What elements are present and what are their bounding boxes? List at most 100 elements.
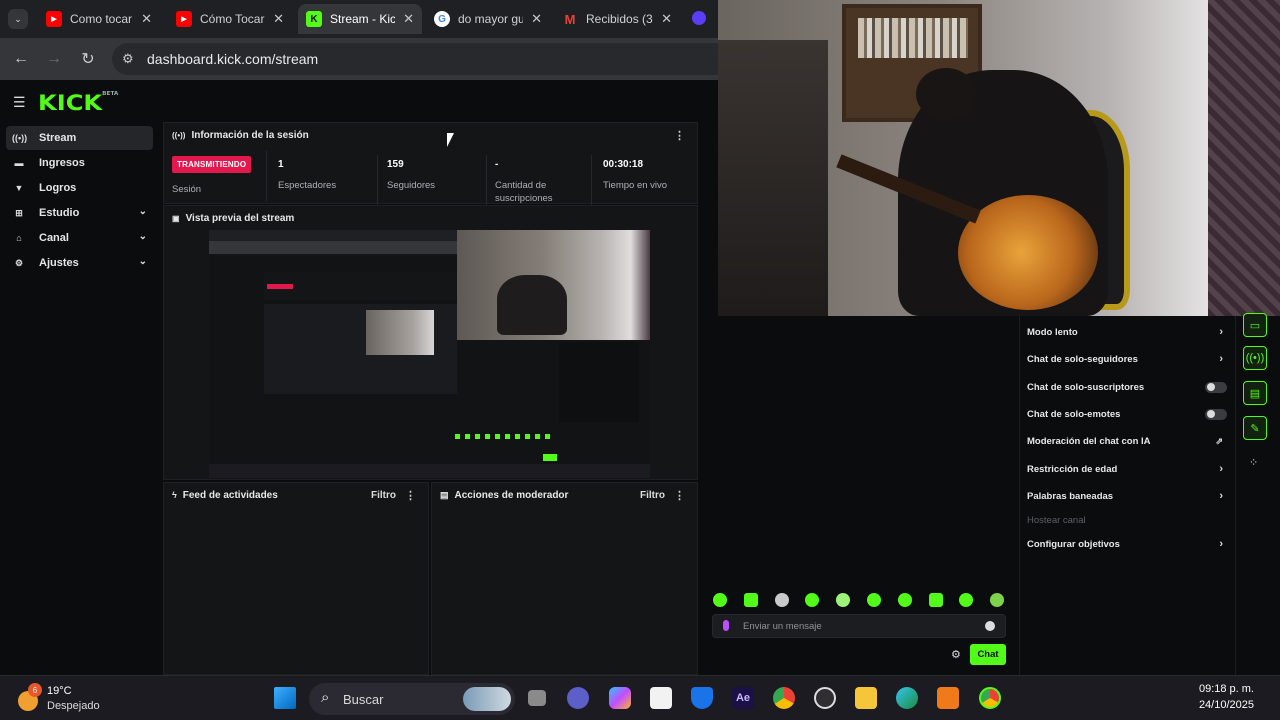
stream-preview-video[interactable]: [209, 230, 650, 478]
moderator-actions-panel: ▤ Acciones de moderador Filtro ⋮: [431, 482, 698, 675]
preview-live-badge: [267, 284, 293, 289]
tab-list-dropdown[interactable]: ⌄: [8, 9, 28, 29]
setting-emotes-only[interactable]: Chat de solo-emotes: [1027, 404, 1227, 424]
sidebar-item-canal[interactable]: ⌂ Canal ⌄: [6, 226, 153, 250]
kick-logo[interactable]: KICKBETA: [38, 91, 118, 115]
menu-icon[interactable]: ☰: [13, 94, 26, 111]
stat-value: 1: [278, 159, 284, 170]
stat-value: 159: [387, 159, 404, 170]
broadcast-tool-icon[interactable]: ((•)): [1243, 346, 1267, 370]
task-view-icon[interactable]: [528, 690, 546, 706]
url-input[interactable]: ⚙ dashboard.kick.com/stream: [112, 43, 732, 75]
emote-icon[interactable]: [775, 593, 789, 607]
emote-icon[interactable]: [929, 593, 943, 607]
emote-icon[interactable]: [898, 593, 912, 607]
sidebar-item-ajustes[interactable]: ⚙ Ajustes ⌄: [6, 251, 153, 275]
wrench-icon[interactable]: ✎: [1243, 416, 1267, 440]
chevron-right-icon: ›: [1219, 326, 1223, 338]
meet-icon[interactable]: [567, 687, 589, 709]
more-options-icon[interactable]: ⋮: [405, 489, 416, 502]
obs-icon[interactable]: [814, 687, 836, 709]
microphone-icon[interactable]: [723, 620, 729, 631]
filter-button[interactable]: Filtro: [371, 490, 396, 501]
emoji-icon[interactable]: [985, 621, 995, 631]
send-chat-button[interactable]: Chat: [970, 644, 1006, 665]
setting-label: Chat de solo-emotes: [1027, 408, 1121, 420]
chevron-down-icon[interactable]: ⌄: [139, 206, 147, 217]
chevron-down-icon[interactable]: ⌄: [139, 231, 147, 242]
emote-icon[interactable]: [867, 593, 881, 607]
setting-slow-mode[interactable]: Modo lento ›: [1027, 322, 1227, 342]
close-tab-icon[interactable]: ✕: [661, 11, 672, 27]
address-bar-row: ← → ↻ ⚙ dashboard.kick.com/stream: [0, 38, 732, 80]
setting-ai-moderation[interactable]: Moderación del chat con IA ⇗: [1027, 431, 1227, 451]
chat-settings-gear-icon[interactable]: ⚙: [951, 648, 961, 661]
setting-host-channel: Hostear canal: [1027, 510, 1227, 530]
file-explorer-icon[interactable]: [855, 687, 877, 709]
close-tab-icon[interactable]: ✕: [273, 11, 284, 27]
more-options-icon[interactable]: ⋮: [674, 129, 685, 142]
fl-studio-icon[interactable]: [937, 687, 959, 709]
after-effects-icon[interactable]: Ae: [732, 687, 754, 709]
close-tab-icon[interactable]: ✕: [531, 11, 542, 27]
chrome-alt-icon[interactable]: [979, 687, 1001, 709]
sidebar-item-label: Ajustes: [39, 257, 79, 269]
weather-widget[interactable]: 6 19°C Despejado: [16, 681, 136, 717]
studio-icon: ⊞: [15, 207, 23, 218]
setting-banned-words[interactable]: Palabras baneadas ›: [1027, 486, 1227, 506]
cam-person-hair: [916, 68, 976, 120]
emote-icon[interactable]: [805, 593, 819, 607]
weather-alert-badge: 6: [28, 683, 42, 697]
sidebar-item-stream[interactable]: ((•)) Stream: [6, 126, 153, 150]
close-tab-icon[interactable]: ✕: [403, 11, 414, 27]
close-tab-icon[interactable]: ✕: [141, 11, 152, 27]
browser-tab[interactable]: G do mayor gu ✕: [426, 4, 550, 34]
more-options-icon[interactable]: ⋮: [674, 489, 685, 502]
chat-message-input[interactable]: Enviar un mensaje: [712, 614, 1006, 638]
panel-header: ((•)) Información de la sesión ⋮: [164, 123, 697, 147]
sidebar-item-estudio[interactable]: ⊞ Estudio ⌄: [6, 201, 153, 225]
browser-tab[interactable]: M Recibidos (3 ✕: [554, 4, 680, 34]
site-settings-icon[interactable]: ⚙: [122, 51, 134, 67]
windows-start-icon[interactable]: [274, 687, 296, 709]
chevron-down-icon[interactable]: ⌄: [139, 256, 147, 267]
reload-icon[interactable]: ↻: [77, 48, 99, 70]
moderation-tool-icon[interactable]: ▤: [1243, 381, 1267, 405]
emote-icon[interactable]: [744, 593, 758, 607]
setting-configure-goals[interactable]: Configurar objetivos ›: [1027, 534, 1227, 554]
emote-icon[interactable]: [713, 593, 727, 607]
add-widget-icon[interactable]: ⁘: [1249, 456, 1258, 469]
filter-button[interactable]: Filtro: [640, 490, 665, 501]
emotes-only-toggle[interactable]: [1205, 408, 1227, 420]
emote-icon[interactable]: [990, 593, 1004, 607]
clock-date[interactable]: 24/10/2025: [1199, 699, 1254, 711]
emote-icon[interactable]: [959, 593, 973, 607]
sidebar-item-logros[interactable]: ▼ Logros: [6, 176, 153, 200]
browser-tab[interactable]: ▶ Como tocar ✕: [38, 4, 160, 34]
sidebar-item-label: Ingresos: [39, 157, 85, 169]
copilot-icon[interactable]: [609, 687, 631, 709]
chat-icon[interactable]: ▭: [1243, 313, 1267, 337]
taskbar-search-box[interactable]: ⌕ Buscar: [309, 683, 515, 715]
setting-subscribers-only[interactable]: Chat de solo-suscriptores: [1027, 377, 1227, 397]
back-icon[interactable]: ←: [10, 48, 32, 70]
panel-title: Vista previa del stream: [185, 212, 295, 224]
setting-label: Palabras baneadas: [1027, 490, 1114, 502]
setting-followers-only[interactable]: Chat de solo-seguidores ›: [1027, 349, 1227, 369]
extension-tab-icon[interactable]: [692, 11, 706, 25]
url-text: dashboard.kick.com/stream: [147, 51, 319, 67]
browser-tab[interactable]: ▶ Cómo Tocar ✕: [168, 4, 292, 34]
store-icon[interactable]: [650, 687, 672, 709]
emote-icon[interactable]: [836, 593, 850, 607]
forward-icon[interactable]: →: [43, 48, 65, 70]
browser-tab-active[interactable]: K Stream - Kick ✕: [298, 4, 422, 34]
sidebar-item-ingresos[interactable]: ▬ Ingresos: [6, 151, 153, 175]
tab-title: Recibidos (3: [586, 12, 653, 26]
setting-age-restriction[interactable]: Restricción de edad ›: [1027, 459, 1227, 479]
defender-icon[interactable]: [691, 687, 713, 709]
subscribers-only-toggle[interactable]: [1205, 381, 1227, 393]
chrome-icon[interactable]: [773, 687, 795, 709]
edge-icon[interactable]: [896, 687, 918, 709]
search-placeholder: Buscar: [343, 691, 384, 707]
clock-time[interactable]: 09:18 p. m.: [1199, 683, 1254, 695]
